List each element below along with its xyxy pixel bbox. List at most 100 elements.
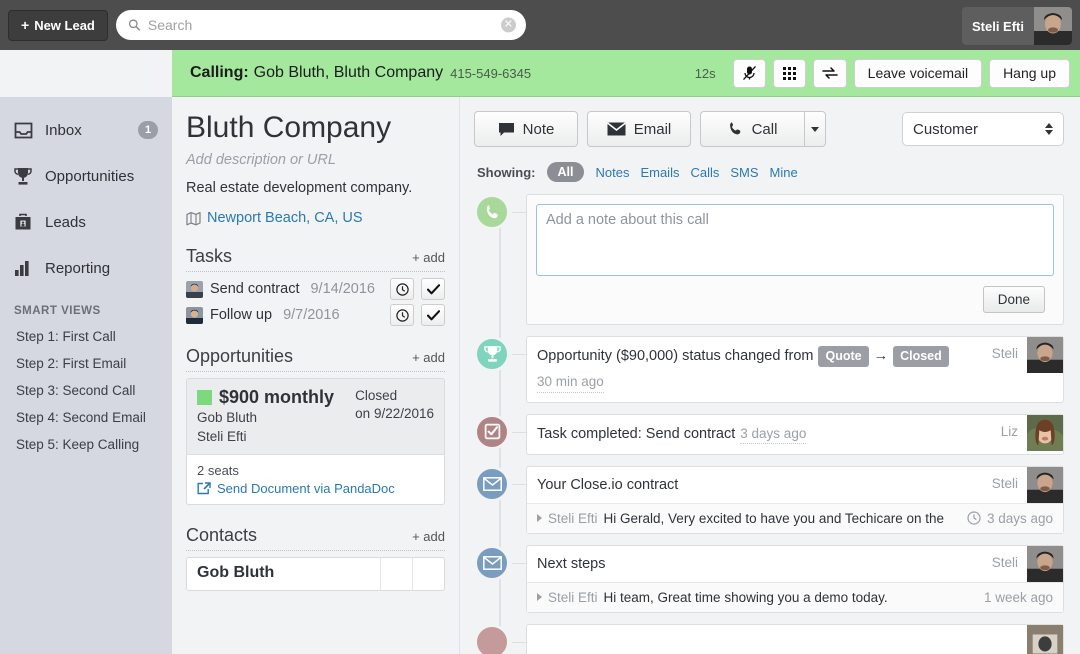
timeline-task-badge [474, 414, 510, 450]
email-preview[interactable]: Steli Efti Hi Gerald, Very excited to ha… [527, 503, 1063, 533]
avatar [186, 307, 203, 324]
opportunity-status-block: Closed on 9/22/2016 [355, 387, 434, 446]
lead-location-link[interactable]: Newport Beach, CA, US [207, 210, 363, 226]
filter-notes[interactable]: Notes [595, 165, 629, 180]
add-task-button[interactable]: + add [412, 250, 445, 265]
mute-button[interactable] [733, 59, 766, 88]
task-event-card[interactable]: Task completed: Send contract 3 days ago… [526, 414, 1064, 455]
email-from: Steli Efti [548, 511, 598, 526]
task-complete-button[interactable] [421, 304, 445, 326]
event-author-name: Steli [988, 467, 1027, 491]
check-icon [427, 284, 440, 295]
arrow-icon: → [874, 346, 889, 367]
note-textarea[interactable] [536, 204, 1054, 276]
timeline-connector [512, 484, 526, 485]
email-button[interactable]: Email [587, 111, 691, 147]
search-input[interactable] [116, 10, 526, 40]
timeline-item-partial [526, 624, 1064, 654]
search-box: ✕ [116, 10, 526, 40]
smart-view-step-3[interactable]: Step 3: Second Call [0, 377, 172, 404]
user-name: Steli Efti [962, 19, 1034, 34]
contact-call-button[interactable] [380, 558, 412, 590]
add-contact-button[interactable]: + add [412, 529, 445, 544]
sidebar-item-opportunities[interactable]: Opportunities [0, 153, 172, 199]
filter-calls[interactable]: Calls [690, 165, 719, 180]
call-label: Call [752, 121, 778, 138]
timeline-item-compose: Done [526, 194, 1064, 325]
sidebar-item-leads[interactable]: Leads [0, 199, 172, 245]
activity-panel: Note Email Call [460, 97, 1080, 654]
trophy-icon [484, 345, 501, 363]
dialpad-button[interactable] [773, 59, 806, 88]
inbox-icon [14, 122, 34, 139]
event-timestamp: 1 week ago [984, 590, 1053, 605]
event-author-name: Steli [988, 546, 1027, 570]
contact-email-button[interactable] [412, 558, 444, 590]
avatar [1027, 546, 1063, 582]
event-author: Steli [988, 337, 1063, 402]
sidebar-item-reporting[interactable]: Reporting [0, 245, 172, 291]
sidebar-item-inbox[interactable]: Inbox 1 [0, 107, 172, 153]
email-subject: Your Close.io contract [527, 468, 988, 502]
clear-icon[interactable]: ✕ [501, 18, 516, 33]
user-menu[interactable]: Steli Efti [962, 7, 1072, 45]
lead-location[interactable]: Newport Beach, CA, US [186, 210, 445, 226]
trophy-icon [14, 167, 34, 186]
task-snooze-button[interactable] [390, 278, 414, 300]
opportunity-card[interactable]: $900 monthly Gob Bluth Steli Efti Closed… [186, 378, 445, 505]
email-event-card[interactable]: Your Close.io contract Steli [526, 466, 1064, 534]
task-event-text: Task completed: Send contract 3 days ago [527, 415, 997, 454]
new-lead-button[interactable]: + New Lead [8, 10, 108, 41]
call-options-button[interactable] [804, 111, 826, 147]
hang-up-button[interactable]: Hang up [989, 59, 1070, 88]
event-timestamp: 3 days ago [740, 424, 806, 445]
smart-view-step-2[interactable]: Step 2: First Email [0, 350, 172, 377]
smart-view-step-1[interactable]: Step 1: First Call [0, 323, 172, 350]
clock-icon [396, 309, 409, 322]
email-preview[interactable]: Steli Efti Hi team, Great time showing y… [527, 582, 1063, 612]
microphone-muted-icon [742, 65, 757, 81]
lead-status-select[interactable]: Customer [902, 112, 1064, 146]
add-opportunity-button[interactable]: + add [412, 350, 445, 365]
leave-voicemail-label: Leave voicemail [868, 65, 968, 81]
transfer-button[interactable] [813, 59, 847, 88]
avatar [1027, 467, 1063, 503]
page-title: Bluth Company [186, 111, 445, 144]
partial-event-card[interactable] [526, 624, 1064, 654]
filter-sms[interactable]: SMS [730, 165, 758, 180]
event-author: Steli [988, 546, 1063, 582]
task-snooze-button[interactable] [390, 304, 414, 326]
email-event-card[interactable]: Next steps Steli [526, 545, 1064, 613]
send-document-link[interactable]: Send Document via PandaDoc [197, 481, 434, 496]
note-button[interactable]: Note [474, 111, 578, 147]
leave-voicemail-button[interactable]: Leave voicemail [854, 59, 982, 88]
top-bar: + New Lead ✕ Steli Efti [0, 0, 1080, 50]
avatar [1027, 415, 1063, 451]
timeline-partial-badge [474, 624, 510, 654]
filter-all[interactable]: All [547, 162, 585, 182]
email-subject: Next steps [527, 547, 988, 581]
timeline-email-badge [474, 545, 510, 581]
timeline-connector [512, 642, 526, 643]
description-placeholder[interactable]: Add description or URL [186, 152, 445, 168]
sidebar-item-label: Leads [45, 214, 158, 231]
body: Inbox 1 Opportunities [0, 97, 1080, 654]
avatar [186, 281, 203, 298]
task-complete-button[interactable] [421, 278, 445, 300]
filter-emails[interactable]: Emails [640, 165, 679, 180]
smart-view-step-4[interactable]: Step 4: Second Email [0, 404, 172, 431]
smart-view-step-5[interactable]: Step 5: Keep Calling [0, 431, 172, 458]
active-call-bar: Calling: Gob Bluth, Bluth Company 415-54… [172, 50, 1080, 97]
task-row: Send contract 9/14/2016 [186, 278, 445, 300]
note-compose-card: Done [526, 194, 1064, 325]
email-snippet: Hi team, Great time showing you a demo t… [604, 590, 978, 605]
done-button[interactable]: Done [983, 286, 1045, 313]
opportunity-event-card[interactable]: Opportunity ($90,000) status changed fro… [526, 336, 1064, 403]
chevron-down-icon [1045, 130, 1053, 135]
filter-mine[interactable]: Mine [770, 165, 798, 180]
task-row: Follow up 9/7/2016 [186, 304, 445, 326]
timeline-item-email: Your Close.io contract Steli [526, 466, 1064, 534]
call-button[interactable]: Call [700, 111, 804, 147]
contact-card[interactable]: Gob Bluth [186, 557, 445, 591]
comment-icon [498, 122, 515, 137]
